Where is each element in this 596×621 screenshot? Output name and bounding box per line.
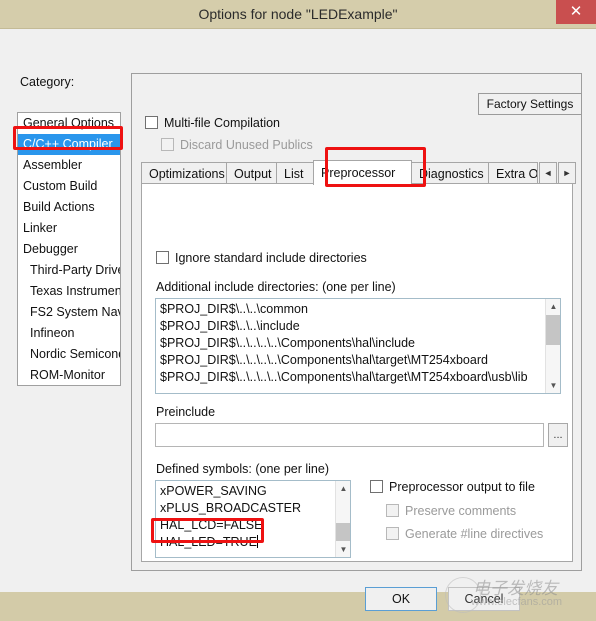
cancel-button[interactable]: Cancel (448, 587, 520, 611)
sidebar-item-general-options[interactable]: General Options (18, 113, 120, 134)
tab-diagnostics[interactable]: Diagnostics (411, 162, 489, 184)
generate-line-directives-checkbox: Generate #line directives (386, 527, 543, 541)
sidebar-item-debugger[interactable]: Debugger (18, 239, 120, 260)
checkbox-box (156, 251, 169, 264)
additional-includes-listbox[interactable]: $PROJ_DIR$\..\..\common $PROJ_DIR$\..\..\… (155, 298, 561, 394)
text-caret (256, 535, 258, 548)
defined-symbols-lines: xPOWER_SAVING xPLUS_BROADCASTER HAL_LCD=FA… (156, 481, 335, 557)
tab-optimizations[interactable]: Optimizations (141, 162, 227, 184)
defined-symbols-listbox[interactable]: xPOWER_SAVING xPLUS_BROADCASTER HAL_LCD=FA… (155, 480, 351, 558)
sidebar-item-build-actions[interactable]: Build Actions (18, 197, 120, 218)
defined-symbols-scrollbar[interactable]: ▲ ▼ (335, 481, 350, 557)
list-item[interactable]: $PROJ_DIR$\..\..\..\..\Components\hal\ta… (160, 369, 545, 386)
sidebar-item-fs2-system-navigator[interactable]: FS2 System Navigator (18, 302, 120, 323)
sidebar-item-assembler[interactable]: Assembler (18, 155, 120, 176)
scroll-up-icon[interactable]: ▲ (336, 481, 350, 496)
checkbox-box (370, 480, 383, 493)
list-item[interactable]: HAL_LED=TRUE (160, 534, 335, 551)
tab-scroll-left-icon[interactable]: ◄ (539, 162, 557, 184)
ignore-standard-includes-checkbox[interactable]: Ignore standard include directories (156, 251, 367, 265)
window-title: Options for node "LEDExample" (198, 6, 398, 22)
checkbox-box (145, 116, 158, 129)
preprocessor-output-to-file-checkbox[interactable]: Preprocessor output to file (370, 480, 535, 494)
checkbox-box (386, 504, 399, 517)
sidebar-item-custom-build[interactable]: Custom Build (18, 176, 120, 197)
dialog-body: Category: General Options C/C++ Compiler A… (0, 29, 596, 613)
sidebar-item-c-c-compiler[interactable]: C/C++ Compiler (18, 134, 120, 155)
checkbox-box (386, 527, 399, 540)
scroll-up-icon[interactable]: ▲ (546, 299, 560, 314)
additional-includes-scrollbar[interactable]: ▲ ▼ (545, 299, 560, 393)
ok-button[interactable]: OK (365, 587, 437, 611)
list-item[interactable]: $PROJ_DIR$\..\..\..\..\Components\hal\in… (160, 335, 545, 352)
tab-output[interactable]: Output (226, 162, 277, 184)
tab-scroll-right-icon[interactable]: ► (558, 162, 576, 184)
sidebar-item-infineon[interactable]: Infineon (18, 323, 120, 344)
list-item[interactable]: $PROJ_DIR$\..\..\include (160, 318, 545, 335)
scrollbar-thumb[interactable] (546, 315, 560, 345)
tab-strip: Optimizations Output List Preprocessor Diagn… (141, 160, 576, 185)
list-item[interactable]: xPOWER_SAVING (160, 483, 335, 500)
sidebar-item-texas-instruments[interactable]: Texas Instruments (18, 281, 120, 302)
scroll-down-icon[interactable]: ▼ (336, 542, 350, 557)
preinclude-input[interactable] (155, 423, 544, 447)
scroll-down-icon[interactable]: ▼ (546, 378, 560, 393)
tab-list[interactable]: List (276, 162, 314, 184)
sidebar-item-rom-monitor[interactable]: ROM-Monitor (18, 365, 120, 385)
tab-preprocessor[interactable]: Preprocessor (313, 160, 412, 185)
category-label: Category: (20, 75, 75, 89)
generate-line-directives-label: Generate #line directives (405, 527, 544, 541)
preinclude-label: Preinclude (156, 405, 216, 419)
preinclude-browse-button[interactable]: ... (548, 423, 568, 447)
checkbox-box (161, 138, 174, 151)
sidebar-item-third-party-driver[interactable]: Third-Party Driver (18, 260, 120, 281)
factory-settings-button[interactable]: Factory Settings (478, 93, 582, 115)
tab-extra-o[interactable]: Extra O (488, 162, 538, 184)
additional-includes-label: Additional include directories: (one per… (156, 280, 396, 294)
preprocessor-tab-page: Ignore standard include directories Addi… (141, 183, 573, 562)
sidebar-item-nordic-semiconductor[interactable]: Nordic Semiconductor (18, 344, 120, 365)
preprocessor-output-to-file-label: Preprocessor output to file (389, 480, 535, 494)
scrollbar-thumb[interactable] (336, 523, 350, 541)
preserve-comments-label: Preserve comments (405, 504, 517, 518)
list-item[interactable]: $PROJ_DIR$\..\..\..\..\Components\hal\ta… (160, 352, 545, 369)
additional-includes-lines: $PROJ_DIR$\..\..\common $PROJ_DIR$\..\..\… (156, 299, 545, 393)
sidebar-item-linker[interactable]: Linker (18, 218, 120, 239)
list-item[interactable]: HAL_LCD=FALSE (160, 517, 335, 534)
close-icon[interactable]: ✕ (556, 0, 596, 24)
ignore-standard-includes-label: Ignore standard include directories (175, 251, 367, 265)
list-item[interactable]: xPLUS_BROADCASTER (160, 500, 335, 517)
defined-symbols-label: Defined symbols: (one per line) (156, 462, 329, 476)
multi-file-compilation-checkbox[interactable]: Multi-file Compilation (145, 116, 280, 130)
category-list[interactable]: General Options C/C++ Compiler Assembler Cu… (17, 112, 121, 386)
multi-file-compilation-label: Multi-file Compilation (164, 116, 281, 130)
list-item[interactable]: $PROJ_DIR$\..\..\common (160, 301, 545, 318)
preserve-comments-checkbox: Preserve comments (386, 504, 516, 518)
window-titlebar: Options for node "LEDExample" ✕ (0, 0, 596, 29)
discard-unused-publics-label: Discard Unused Publics (180, 138, 313, 152)
discard-unused-publics-checkbox: Discard Unused Publics (161, 138, 313, 152)
